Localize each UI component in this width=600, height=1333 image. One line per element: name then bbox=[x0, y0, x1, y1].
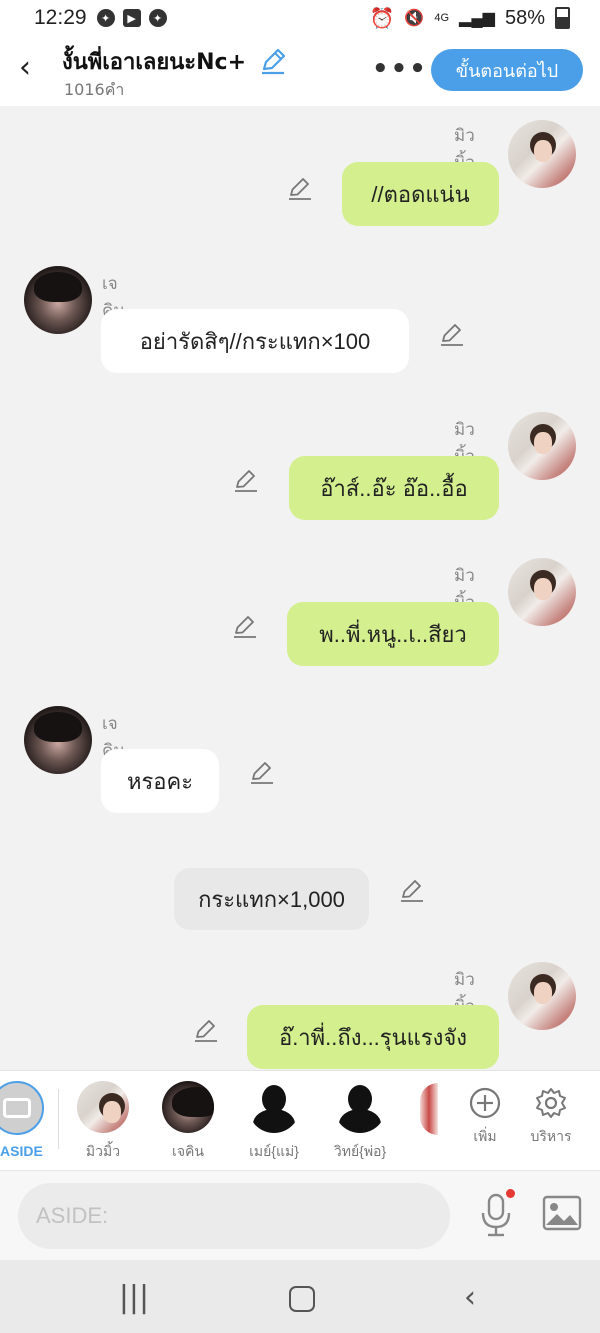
back-icon[interactable]: ‹ bbox=[10, 50, 40, 86]
plus-circle-icon bbox=[469, 1087, 501, 1119]
avatar[interactable] bbox=[24, 266, 92, 334]
video-icon: ▶ bbox=[122, 9, 141, 27]
back-nav-icon[interactable]: ‹ bbox=[450, 1278, 490, 1318]
avatar[interactable] bbox=[508, 412, 576, 480]
messenger-icon: ✦ bbox=[148, 9, 167, 27]
add-character-button[interactable]: เพิ่ม bbox=[455, 1083, 515, 1148]
image-icon[interactable] bbox=[542, 1195, 582, 1231]
character-item[interactable]: เมย์{แม่} bbox=[234, 1081, 314, 1163]
status-bar: 12:29 ✦ ▶ ✦ ⏰ 🔇 4G ▂▄▆ 58% bbox=[0, 0, 600, 36]
message-bubble[interactable]: อ๊าส์..อ๊ะ อ๊อ..อื้อ bbox=[289, 456, 499, 520]
avatar[interactable] bbox=[508, 120, 576, 188]
microphone-icon[interactable] bbox=[478, 1191, 514, 1239]
network-label: 4G bbox=[434, 12, 450, 24]
avatar[interactable] bbox=[508, 962, 576, 1030]
edit-message-icon[interactable] bbox=[398, 876, 426, 904]
edit-message-icon[interactable] bbox=[286, 174, 314, 202]
character-item[interactable]: เจคิน bbox=[148, 1081, 228, 1163]
aside-label: ASIDE bbox=[0, 1143, 43, 1159]
character-name: มิวมิ้ว bbox=[85, 1143, 121, 1159]
alarm-icon: ⏰ bbox=[369, 7, 395, 30]
message-bubble[interactable]: อ๊.าพี่..ถึง...รุนแรงจัง bbox=[247, 1005, 499, 1069]
manage-label: บริหาร bbox=[530, 1128, 572, 1144]
message-bubble[interactable]: หรอคะ bbox=[101, 749, 219, 813]
edit-message-icon[interactable] bbox=[232, 466, 260, 494]
system-icons: ⏰ 🔇 4G ▂▄▆ 58% bbox=[369, 6, 570, 31]
edit-message-icon[interactable] bbox=[231, 612, 259, 640]
header: ‹ งั้นพี่เอาเลยนะNc+ 1016คำ ••• ขั้นตอนต… bbox=[0, 36, 600, 106]
battery-icon bbox=[555, 7, 570, 29]
edit-message-icon[interactable] bbox=[438, 320, 466, 348]
partial-character-avatar[interactable] bbox=[420, 1083, 438, 1135]
message-bubble[interactable]: อย่ารัดสิๆ//กระแทก×100 bbox=[101, 309, 409, 373]
character-item[interactable]: วิทย์{พ่อ} bbox=[320, 1081, 400, 1163]
silhouette-avatar bbox=[248, 1081, 300, 1133]
recording-indicator bbox=[506, 1189, 515, 1198]
messenger-icon: ✦ bbox=[96, 9, 115, 27]
page-title: งั้นพี่เอาเลยนะNc+ bbox=[62, 50, 247, 75]
manage-button[interactable]: บริหาร bbox=[521, 1083, 581, 1148]
edit-message-icon[interactable] bbox=[192, 1016, 220, 1044]
character-name: เมย์{แม่} bbox=[249, 1143, 299, 1159]
message-input-placeholder: ASIDE: bbox=[36, 1203, 109, 1228]
message-bubble[interactable]: //ตอดแน่น bbox=[342, 162, 499, 226]
next-step-button[interactable]: ขั้นตอนต่อไป bbox=[431, 49, 583, 91]
aside-selector[interactable] bbox=[0, 1081, 44, 1135]
character-name: เจคิน bbox=[172, 1143, 204, 1159]
signal-icon: ▂▄▆ bbox=[459, 10, 495, 27]
character-name: วิทย์{พ่อ} bbox=[333, 1143, 387, 1159]
mute-icon: 🔇 bbox=[404, 10, 425, 27]
battery-text: 58% bbox=[504, 6, 545, 29]
edit-title-icon[interactable] bbox=[258, 46, 288, 76]
gear-icon bbox=[536, 1088, 566, 1118]
edit-message-icon[interactable] bbox=[248, 758, 276, 786]
divider bbox=[58, 1089, 59, 1149]
aside-bubble[interactable]: กระแทก×1,000 bbox=[174, 868, 369, 930]
input-bar: ASIDE: bbox=[0, 1170, 600, 1261]
avatar bbox=[162, 1081, 214, 1133]
notification-icons: ✦ ▶ ✦ bbox=[96, 9, 167, 27]
avatar[interactable] bbox=[24, 706, 92, 774]
status-time: 12:29 bbox=[34, 6, 87, 29]
silhouette-avatar bbox=[334, 1081, 386, 1133]
chat-area[interactable]: มิวมิ้ว //ตอดแน่น เจคิน อย่ารัดสิๆ//กระแ… bbox=[0, 106, 600, 1070]
avatar[interactable] bbox=[508, 558, 576, 626]
system-nav-bar: ||| ‹ bbox=[0, 1260, 600, 1333]
word-count: 1016คำ bbox=[64, 80, 125, 99]
message-bubble[interactable]: พ..พี่.หนู..เ..สียว bbox=[287, 602, 499, 666]
character-item[interactable]: มิวมิ้ว bbox=[63, 1081, 143, 1163]
character-bar: ASIDE มิวมิ้ว เจคิน เมย์{แม่} วิทย์{พ่อ}… bbox=[0, 1070, 600, 1171]
avatar bbox=[77, 1081, 129, 1133]
recent-apps-icon[interactable]: ||| bbox=[114, 1278, 154, 1318]
more-options-icon[interactable]: ••• bbox=[372, 54, 426, 84]
add-label: เพิ่ม bbox=[473, 1128, 497, 1144]
home-icon[interactable] bbox=[282, 1278, 322, 1318]
aside-icon bbox=[3, 1098, 31, 1118]
